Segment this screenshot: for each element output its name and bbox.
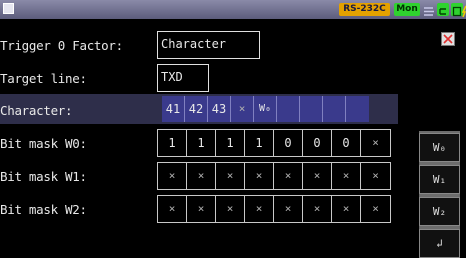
side-button-enter[interactable]: ↲ [419,229,460,258]
bit-mask-w0-row: 1 1 1 1 0 0 0 × [157,129,391,157]
mask-cell[interactable]: 1 [216,130,245,156]
link-icon [437,3,449,16]
mask-cell[interactable]: 1 [187,130,216,156]
mask-cell[interactable]: × [274,163,303,189]
bit-mask-w1-row: × × × × × × × × [157,162,391,190]
side-button-w1[interactable]: W₁ [419,165,460,194]
mask-cell[interactable]: × [332,163,361,189]
status-bar: RS-232C Mon [0,0,466,19]
close-icon [443,34,453,44]
char-cell[interactable] [300,96,323,122]
mode-badge: Mon [394,3,420,16]
menu-button[interactable] [3,3,14,14]
char-cell[interactable]: W₀ [254,96,277,122]
mask-cell[interactable]: × [361,163,390,189]
character-label: Character: [0,103,73,118]
close-button[interactable] [441,32,455,46]
character-cells: 41 42 43 × W₀ [162,96,369,122]
mask-cell[interactable]: 0 [303,130,332,156]
side-button-w0[interactable]: W₀ [419,133,460,162]
mask-cell[interactable]: × [274,196,303,222]
mask-cell[interactable]: × [245,163,274,189]
mask-cell[interactable]: × [216,196,245,222]
char-cell[interactable] [323,96,346,122]
signal-icon [423,3,435,16]
bit-mask-w2-row: × × × × × × × × [157,195,391,223]
mask-cell[interactable]: × [158,163,187,189]
mask-cell[interactable]: × [187,163,216,189]
mask-cell[interactable]: × [158,196,187,222]
char-cell[interactable]: × [231,96,254,122]
char-cell[interactable]: 41 [162,96,185,122]
power-icon [461,3,466,18]
side-button-w2[interactable]: W₂ [419,197,460,226]
target-line-label: Target line: [0,71,87,86]
port-badge: RS-232C [339,3,390,16]
mask-cell[interactable]: × [361,130,390,156]
char-cell[interactable]: 43 [208,96,231,122]
bit-mask-w1-label: Bit mask W1: [0,169,87,184]
char-cell[interactable]: 42 [185,96,208,122]
char-cell[interactable] [346,96,369,122]
side-panel: W₀ W₁ W₂ ↲ [419,131,460,258]
mask-cell[interactable]: 1 [158,130,187,156]
mask-cell[interactable]: × [332,196,361,222]
trigger-factor-label: Trigger 0 Factor: [0,38,123,53]
mask-cell[interactable]: × [303,196,332,222]
bit-mask-w2-label: Bit mask W2: [0,202,87,217]
mask-cell[interactable]: 0 [332,130,361,156]
mask-cell[interactable]: 0 [274,130,303,156]
char-cell[interactable] [277,96,300,122]
bit-mask-w0-label: Bit mask W0: [0,136,87,151]
mask-cell[interactable]: × [187,196,216,222]
mask-cell[interactable]: 1 [245,130,274,156]
mask-cell[interactable]: × [216,163,245,189]
mask-cell[interactable]: × [361,196,390,222]
trigger-factor-field[interactable]: Character [157,31,260,59]
mask-cell[interactable]: × [245,196,274,222]
mask-cell[interactable]: × [303,163,332,189]
target-line-field[interactable]: TXD [157,64,209,92]
